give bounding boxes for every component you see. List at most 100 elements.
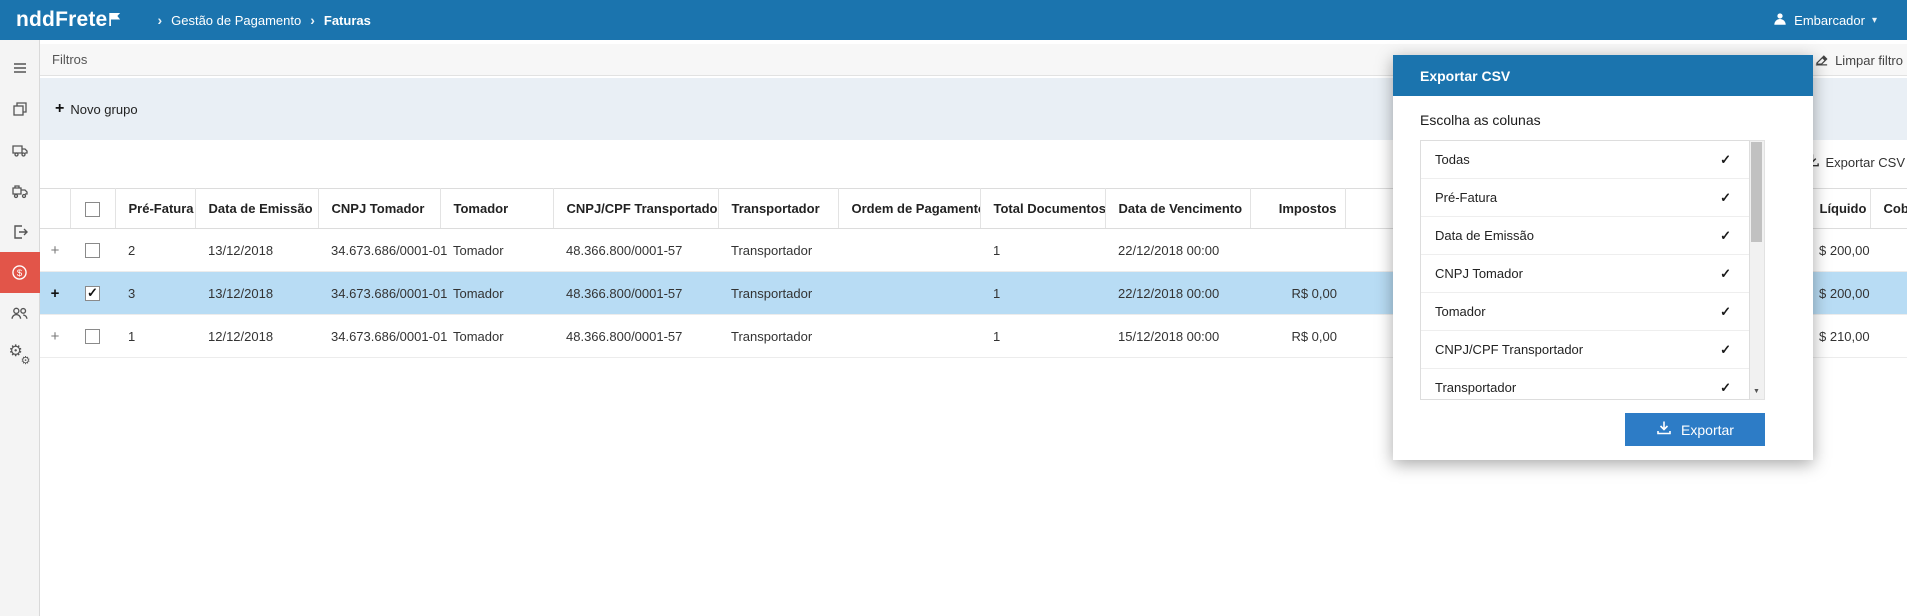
col-total-documentos[interactable]: Total Documentos xyxy=(980,188,1106,229)
app-logo-text: nddFrete xyxy=(16,7,108,31)
filters-title: Filtros xyxy=(52,52,88,67)
chevron-down-icon: ▾ xyxy=(1871,14,1877,26)
modal-header: Exportar CSV xyxy=(1393,55,1813,96)
col-pre-fatura[interactable]: Pré-Fatura xyxy=(115,188,196,229)
user-menu-label: Embarcador xyxy=(1794,12,1865,28)
payment-icon[interactable]: $ xyxy=(0,252,40,293)
expand-column-header xyxy=(40,188,71,229)
row-checkbox[interactable] xyxy=(85,329,100,345)
row-checkbox[interactable] xyxy=(85,285,100,302)
column-option-cnpj-tomador[interactable]: CNPJ Tomador ✓ xyxy=(1421,255,1749,293)
cell-data-vencimento: 22/12/2018 00:00 xyxy=(1105,228,1250,272)
download-icon xyxy=(1656,420,1672,439)
column-list-container: Todas ✓ Pré-Fatura ✓ Data de Emissão ✓ C… xyxy=(1420,140,1765,400)
cell-data-vencimento: 22/12/2018 00:00 xyxy=(1105,271,1250,315)
export-csv-button[interactable]: Exportar CSV xyxy=(1805,153,1905,171)
expand-row-button[interactable]: + xyxy=(40,271,70,315)
col-total-documentos-label: Total Documentos xyxy=(993,201,1105,216)
plus-icon: + xyxy=(55,100,65,117)
select-all-checkbox[interactable] xyxy=(85,201,100,217)
cell-liquido: $ 200,00 xyxy=(1806,271,1870,315)
cell-ordem-pagamento xyxy=(838,271,980,315)
cell-pre-fatura: 2 xyxy=(115,228,195,272)
column-option-label: CNPJ/CPF Transportador xyxy=(1435,342,1584,357)
breadcrumb-faturas[interactable]: Faturas xyxy=(324,13,371,28)
col-data-vencimento[interactable]: Data de Vencimento xyxy=(1105,188,1251,229)
breadcrumb-gestao-pagamento[interactable]: Gestão de Pagamento xyxy=(171,13,301,28)
column-option-label: Pré-Fatura xyxy=(1435,190,1498,205)
column-option-cnpj-cpf-transportador[interactable]: CNPJ/CPF Transportador ✓ xyxy=(1421,331,1749,369)
delivery-truck-icon[interactable] xyxy=(0,170,40,211)
export-csv-modal: Exportar CSV Escolha as colunas Todas ✓ … xyxy=(1393,55,1813,460)
cell-tomador: Tomador xyxy=(440,314,553,358)
cell-data-emissao: 13/12/2018 xyxy=(195,228,318,272)
chevron-right-icon: › xyxy=(157,12,163,28)
col-tomador-label: Tomador xyxy=(453,201,509,216)
scrollbar-thumb[interactable] xyxy=(1751,142,1762,242)
scrollbar-down-arrow[interactable]: ▼ xyxy=(1750,385,1763,398)
column-option-tomador[interactable]: Tomador ✓ xyxy=(1421,293,1749,331)
column-option-label: CNPJ Tomador xyxy=(1435,266,1523,281)
check-icon: ✓ xyxy=(1720,303,1731,319)
col-impostos[interactable]: Impostos xyxy=(1250,188,1346,229)
col-transportador[interactable]: Transportador xyxy=(718,188,839,229)
cell-cobranca xyxy=(1870,314,1907,358)
column-option-label: Tomador xyxy=(1435,304,1486,319)
check-icon: ✓ xyxy=(1720,227,1731,243)
col-cnpj-cpf-transportador[interactable]: CNPJ/CPF Transportador xyxy=(553,188,719,229)
col-data-emissao[interactable]: Data de Emissão↓ xyxy=(195,188,319,229)
cell-ordem-pagamento xyxy=(838,228,980,272)
flag-icon xyxy=(109,9,122,33)
column-option-pre-fatura[interactable]: Pré-Fatura ✓ xyxy=(1421,179,1749,217)
check-icon: ✓ xyxy=(1720,265,1731,281)
cell-data-emissao: 13/12/2018 xyxy=(195,271,318,315)
cell-cnpj-tomador: 34.673.686/0001-01 xyxy=(318,228,447,272)
user-menu[interactable]: Embarcador ▾ xyxy=(1773,12,1877,29)
row-checkbox-cell xyxy=(70,228,115,272)
cell-tomador: Tomador xyxy=(440,228,553,272)
col-cnpj-tomador-label: CNPJ Tomador xyxy=(331,201,425,216)
app-logo[interactable]: nddFrete xyxy=(16,8,122,33)
expand-row-button[interactable]: + xyxy=(40,314,70,358)
col-impostos-label: Impostos xyxy=(1278,201,1337,216)
col-ordem-pagamento[interactable]: Ordem de Pagamento xyxy=(838,188,981,229)
cell-total-documentos: 1 xyxy=(980,314,1105,358)
column-option-todas[interactable]: Todas ✓ xyxy=(1421,141,1749,179)
chevron-right-icon: › xyxy=(310,12,315,28)
clear-filter-button[interactable]: Limpar filtro xyxy=(1814,44,1903,76)
expand-row-button[interactable]: + xyxy=(40,228,70,272)
row-checkbox-cell xyxy=(70,271,115,315)
cell-liquido: $ 210,00 xyxy=(1806,314,1870,358)
documents-icon[interactable] xyxy=(0,88,40,129)
col-ordem-pagamento-label: Ordem de Pagamento xyxy=(851,201,980,216)
new-group-label: Novo grupo xyxy=(70,101,138,117)
truck-icon[interactable] xyxy=(0,129,40,170)
column-option-transportador[interactable]: Transportador ✓ xyxy=(1421,369,1749,399)
modal-scrollbar[interactable]: ▼ xyxy=(1750,140,1765,400)
settings-gears-icon[interactable]: ⚙ ⚙ xyxy=(0,334,40,375)
cell-cobranca xyxy=(1870,271,1907,315)
cell-total-documentos: 1 xyxy=(980,271,1105,315)
column-option-data-emissao[interactable]: Data de Emissão ✓ xyxy=(1421,217,1749,255)
clear-filter-label: Limpar filtro xyxy=(1835,52,1903,68)
col-cnpj-tomador[interactable]: CNPJ Tomador xyxy=(318,188,441,229)
col-pre-fatura-label: Pré-Fatura xyxy=(128,201,194,216)
users-icon[interactable] xyxy=(0,293,40,334)
breadcrumb: › Gestão de Pagamento › Faturas xyxy=(148,12,370,28)
col-cnpj-cpf-transportador-label: CNPJ/CPF Transportador xyxy=(566,201,718,216)
column-option-label: Todas xyxy=(1435,152,1470,167)
col-liquido[interactable]: Líquido xyxy=(1806,188,1871,229)
column-list: Todas ✓ Pré-Fatura ✓ Data de Emissão ✓ C… xyxy=(1420,140,1750,400)
cell-cnpj-cpf-transportador: 48.366.800/0001-57 xyxy=(553,314,718,358)
cell-impostos: R$ 0,00 xyxy=(1250,314,1345,358)
cell-liquido: $ 200,00 xyxy=(1806,228,1870,272)
cell-data-emissao: 12/12/2018 xyxy=(195,314,318,358)
cell-data-vencimento: 15/12/2018 00:00 xyxy=(1105,314,1250,358)
row-checkbox[interactable] xyxy=(85,243,100,259)
modal-export-button[interactable]: Exportar xyxy=(1625,413,1765,446)
export-icon[interactable] xyxy=(0,211,40,252)
menu-icon[interactable] xyxy=(0,47,40,88)
col-tomador[interactable]: Tomador xyxy=(440,188,554,229)
new-group-button[interactable]: + Novo grupo xyxy=(55,100,138,118)
col-cobranca[interactable]: Cobra xyxy=(1870,188,1907,229)
